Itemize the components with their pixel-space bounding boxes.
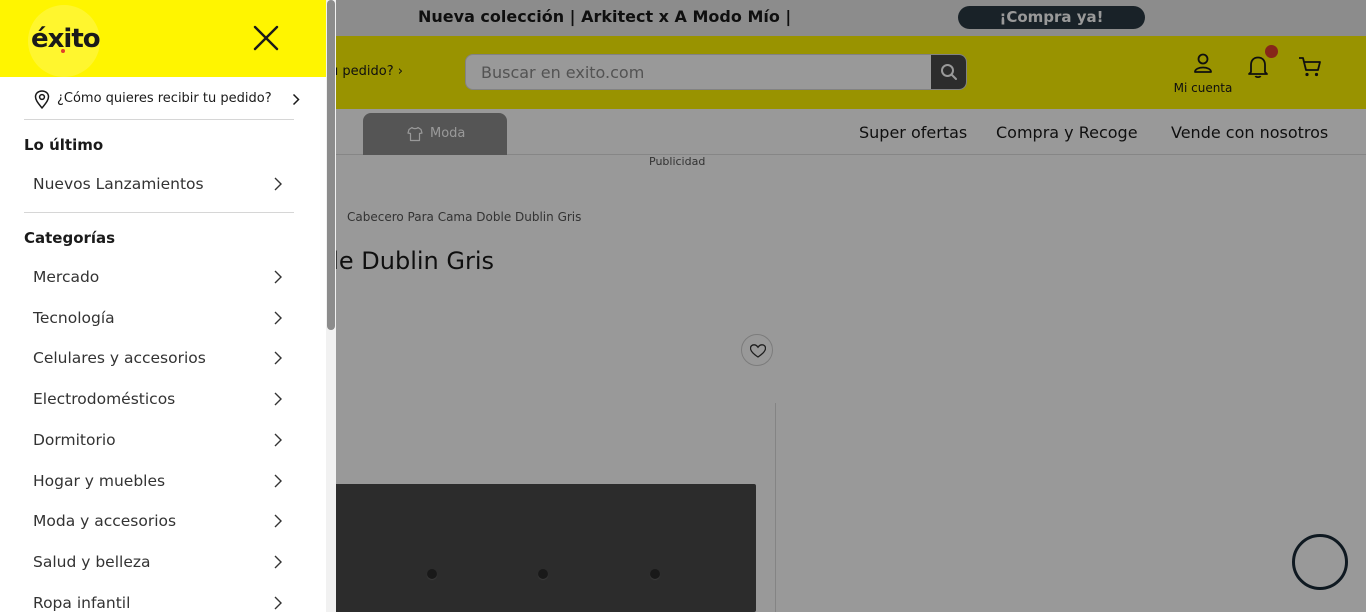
- chevron-right-icon: [274, 351, 282, 365]
- menu-item-label: Tecnología: [33, 309, 115, 327]
- drawer-scrollbar-thumb[interactable]: [327, 0, 335, 330]
- delivery-location-selector[interactable]: ¿Cómo quieres recibir tu pedido?: [34, 89, 304, 111]
- close-button[interactable]: [248, 20, 284, 56]
- section-title-categories: Categorías: [24, 229, 116, 247]
- chevron-right-icon: [274, 596, 282, 610]
- drawer-header: éxito: [0, 0, 326, 77]
- menu-item-tecnologia[interactable]: Tecnología: [24, 300, 294, 336]
- drawer-divider: [24, 119, 294, 120]
- menu-item-label: Dormitorio: [33, 431, 116, 449]
- menu-item-electrodomesticos[interactable]: Electrodomésticos: [24, 381, 294, 417]
- close-icon: [253, 25, 279, 51]
- chevron-right-icon: [274, 474, 282, 488]
- chevron-right-icon: [292, 93, 300, 106]
- drawer-divider: [24, 212, 294, 213]
- menu-item-label: Moda y accesorios: [33, 512, 177, 530]
- menu-item-label: Ropa infantil: [33, 594, 131, 612]
- chevron-right-icon: [274, 433, 282, 447]
- chevron-right-icon: [274, 555, 282, 569]
- menu-item-label: Mercado: [33, 268, 100, 286]
- exito-logo[interactable]: éxito: [31, 24, 101, 54]
- logo-accent-dot: [61, 49, 65, 53]
- menu-item-hogar-muebles[interactable]: Hogar y muebles: [24, 463, 294, 499]
- delivery-location-label: ¿Cómo quieres recibir tu pedido?: [57, 91, 272, 106]
- menu-item-label: Salud y belleza: [33, 553, 151, 571]
- side-menu-drawer: éxito ¿Cómo quieres recibir tu pedido? L…: [0, 0, 336, 612]
- menu-item-label: Celulares y accesorios: [33, 349, 206, 367]
- menu-item-mercado[interactable]: Mercado: [24, 259, 294, 295]
- menu-item-label: Nuevos Lanzamientos: [33, 175, 204, 193]
- chevron-right-icon: [274, 392, 282, 406]
- menu-item-dormitorio[interactable]: Dormitorio: [24, 422, 294, 458]
- location-pin-icon: [34, 90, 50, 109]
- menu-item-celulares[interactable]: Celulares y accesorios: [24, 340, 294, 376]
- chevron-right-icon: [274, 270, 282, 284]
- chevron-right-icon: [274, 311, 282, 325]
- menu-item-moda-accesorios[interactable]: Moda y accesorios: [24, 503, 294, 539]
- menu-item-label: Hogar y muebles: [33, 472, 166, 490]
- menu-item-salud-belleza[interactable]: Salud y belleza: [24, 544, 294, 580]
- chevron-right-icon: [274, 514, 282, 528]
- menu-item-nuevos-lanzamientos[interactable]: Nuevos Lanzamientos: [24, 166, 294, 202]
- menu-item-label: Electrodomésticos: [33, 390, 176, 408]
- menu-item-ropa-infantil[interactable]: Ropa infantil: [24, 585, 294, 612]
- section-title-latest: Lo último: [24, 136, 104, 154]
- chevron-right-icon: [274, 177, 282, 191]
